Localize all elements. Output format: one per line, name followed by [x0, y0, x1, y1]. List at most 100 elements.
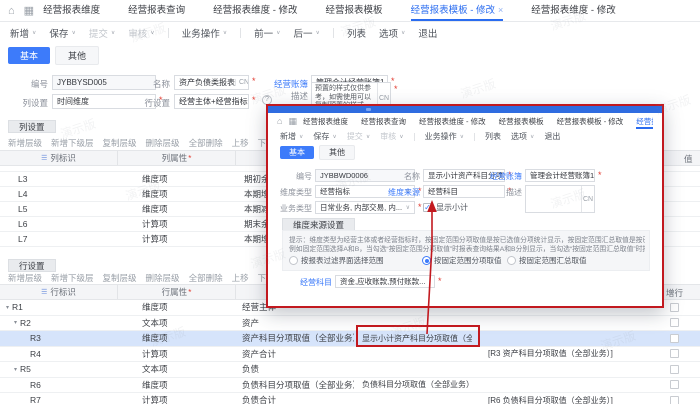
toolbar-exit-button[interactable]: 退出 — [544, 131, 560, 142]
toolbar-previous-button[interactable]: 前一∨ — [254, 26, 280, 40]
tab-basic[interactable]: 基本 — [280, 146, 314, 159]
table-row[interactable]: R7计算项负债合计[R6 负债科目分项取值（全部业务）] — [0, 393, 700, 404]
toolbar-next-button[interactable]: 后一∨ — [294, 26, 320, 40]
popup-view-tabs: 基本 其他 — [268, 144, 662, 160]
row-header-id[interactable]: ☰行标识 — [0, 285, 118, 299]
row-checkbox[interactable] — [670, 318, 679, 327]
grid-toolbar-copy-level[interactable]: 复制层级 — [103, 272, 137, 284]
nav-tab[interactable]: 经营报表模板 — [499, 114, 544, 129]
home-icon[interactable]: ⌂ — [277, 116, 282, 126]
toolbar-audit-button[interactable]: 审核∨ — [380, 131, 403, 142]
row-section-title[interactable]: 行设置 — [8, 259, 56, 272]
value-mode-radio[interactable]: 按报表过滤界面选择范围 — [289, 255, 384, 266]
toolbar-list-button[interactable]: 列表 — [347, 26, 366, 40]
nav-tab[interactable]: 经营报表维度 — [43, 0, 100, 21]
nav-tab[interactable]: 经营报表维度 - 修改 — [419, 114, 486, 129]
nav-tab[interactable]: 经营报表维度 — [303, 114, 348, 129]
lang-badge: CN — [581, 186, 594, 212]
toolbar-new-button[interactable]: 新增∨ — [280, 131, 303, 142]
table-row[interactable]: ▾R5文本项负债 — [0, 362, 700, 378]
grid-toolbar-add-level[interactable]: 新增层级 — [8, 137, 42, 149]
col-section-title[interactable]: 列设置 — [8, 120, 56, 133]
nav-tab[interactable]: 经营报表维度 - 修改× — [636, 114, 653, 129]
subject-field[interactable]: 资金,应收账款,预付账款... — [335, 275, 435, 288]
radio-icon — [289, 256, 298, 265]
close-tab-icon[interactable]: × — [498, 5, 503, 15]
grid-toolbar-delete-level[interactable]: 删除层级 — [146, 272, 180, 284]
col-header-id[interactable]: ☰列标识 — [0, 151, 118, 165]
subject-label-link[interactable]: 经营科目 — [296, 277, 332, 288]
toolbar-exit-button[interactable]: 退出 — [418, 26, 437, 40]
dimsrc-label-link[interactable]: 维度来源 — [384, 187, 420, 198]
apps-grid-icon[interactable]: ▦ — [24, 4, 34, 17]
cell-row-dimension: 负债科目分项取值（全部业务） — [354, 378, 472, 393]
col-header-fragment: 值 — [684, 151, 693, 167]
nav-tab[interactable]: 经营报表维度 - 修改 — [531, 0, 615, 21]
popup-window: ⌂ ▦ 经营报表维度经营报表查询经营报表维度 - 修改经营报表模板经营报表模板 … — [266, 104, 664, 308]
toolbar-save-button[interactable]: 保存∨ — [313, 131, 336, 142]
grid-toolbar-delete-all[interactable]: 全部删除 — [189, 137, 223, 149]
grid-toolbar-delete-all[interactable]: 全部删除 — [189, 272, 223, 284]
rowset-select[interactable]: 经营主体+经营指标∨ — [174, 94, 249, 109]
grid-toolbar-add-sublevel[interactable]: 新增下级层 — [51, 137, 94, 149]
col-header-attr[interactable]: 列属性* — [118, 151, 236, 165]
titlebar-dot — [366, 108, 371, 111]
row-checkbox[interactable] — [670, 303, 679, 312]
table-row[interactable]: R4计算项资产合计[R3 资产科目分项取值（全部业务）] — [0, 347, 700, 363]
row-header-attr[interactable]: 行属性* — [118, 285, 236, 299]
grid-toolbar-add-level[interactable]: 新增层级 — [8, 272, 42, 284]
toolbar-business-ops-button[interactable]: 业务操作∨ — [182, 26, 227, 40]
toolbar-business-ops-button[interactable]: 业务操作∨ — [425, 131, 464, 142]
biztype-select[interactable]: 日常业务, 内部交易, 内...∨ — [315, 201, 415, 214]
grid-toolbar-move-up[interactable]: 上移 — [232, 137, 249, 149]
toolbar-list-button[interactable]: 列表 — [485, 131, 501, 142]
row-checkbox[interactable] — [670, 334, 679, 343]
row-checkbox[interactable] — [670, 349, 679, 358]
grid-toolbar-move-up[interactable]: 上移 — [232, 272, 249, 284]
toolbar-new-button[interactable]: 新增∨ — [10, 26, 36, 40]
toolbar-options-button[interactable]: 选项∨ — [379, 26, 405, 40]
value-mode-radio[interactable]: 按固定范围分项取值 — [422, 255, 502, 266]
nav-tab[interactable]: 经营报表模板 - 修改× — [411, 0, 504, 21]
tab-other[interactable]: 其他 — [319, 145, 355, 160]
show-subtotal-checkbox[interactable]: ✓ 显示小计 — [423, 202, 468, 213]
desc-field[interactable]: CN — [525, 185, 595, 213]
cell-row-name: 负债科目分项取值（全部业务） — [236, 378, 354, 393]
grid-toolbar-add-sublevel[interactable]: 新增下级层 — [51, 272, 94, 284]
grid-toolbar-copy-level[interactable]: 复制层级 — [103, 137, 137, 149]
hint-line-2: 例如固定范围选择A和B，当勾选“按固定范围分项取值”时报表查询结果A和B分别显示… — [289, 243, 645, 253]
name-field[interactable]: 资产负债类报表CN — [174, 75, 249, 90]
table-row[interactable]: R3维度项资产科目分项取值（全部业务）显示小计资产科目分项取值（全部业务） — [0, 331, 700, 347]
nav-tab[interactable]: 经营报表维度 - 修改 — [213, 0, 297, 21]
popup-titlebar[interactable] — [268, 106, 662, 113]
row-checkbox[interactable] — [670, 380, 679, 389]
table-row[interactable]: R6维度项负债科目分项取值（全部业务）负债科目分项取值（全部业务） — [0, 378, 700, 394]
popup-nav-tabs: 经营报表维度经营报表查询经营报表维度 - 修改经营报表模板经营报表模板 - 修改… — [303, 114, 653, 129]
book-label-link[interactable]: 经营账簿 — [480, 171, 522, 182]
toolbar-submit-button[interactable]: 提交∨ — [89, 26, 115, 40]
nav-tab[interactable]: 经营报表模板 — [326, 0, 383, 21]
toolbar-save-button[interactable]: 保存∨ — [49, 26, 75, 40]
nav-tab[interactable]: 经营报表查询 — [361, 114, 406, 129]
row-checkbox[interactable] — [670, 396, 679, 404]
nav-tab[interactable]: 经营报表模板 - 修改 — [557, 114, 624, 129]
nav-tab[interactable]: 经营报表查询 — [128, 0, 185, 21]
toolbar-submit-button[interactable]: 提交∨ — [347, 131, 370, 142]
dimsrc-field[interactable]: 经营科目 — [423, 185, 505, 198]
toolbar-audit-button[interactable]: 审核∨ — [128, 26, 154, 40]
grid-toolbar-delete-level[interactable]: 删除层级 — [146, 137, 180, 149]
toolbar-separator — [333, 28, 334, 38]
tree-expand-icon[interactable]: ▾ — [14, 366, 17, 373]
home-icon[interactable]: ⌂ — [8, 5, 15, 17]
apps-grid-icon[interactable]: ▦ — [288, 116, 297, 127]
cell-row-id: ▾R2 — [0, 316, 118, 331]
toolbar-options-button[interactable]: 选项∨ — [511, 131, 534, 142]
row-checkbox[interactable] — [670, 365, 679, 374]
tree-expand-icon[interactable]: ▾ — [6, 304, 9, 311]
tree-expand-icon[interactable]: ▾ — [14, 319, 17, 326]
table-row[interactable]: ▾R2文本项资产 — [0, 316, 700, 332]
book-field[interactable]: 管理会计经营账簿1 — [525, 169, 595, 182]
cell-col-attr: 维度项 — [118, 187, 236, 201]
value-mode-radio[interactable]: 按固定范围汇总取值 — [507, 255, 587, 266]
book-label-link[interactable]: 经营账簿 — [262, 78, 308, 90]
